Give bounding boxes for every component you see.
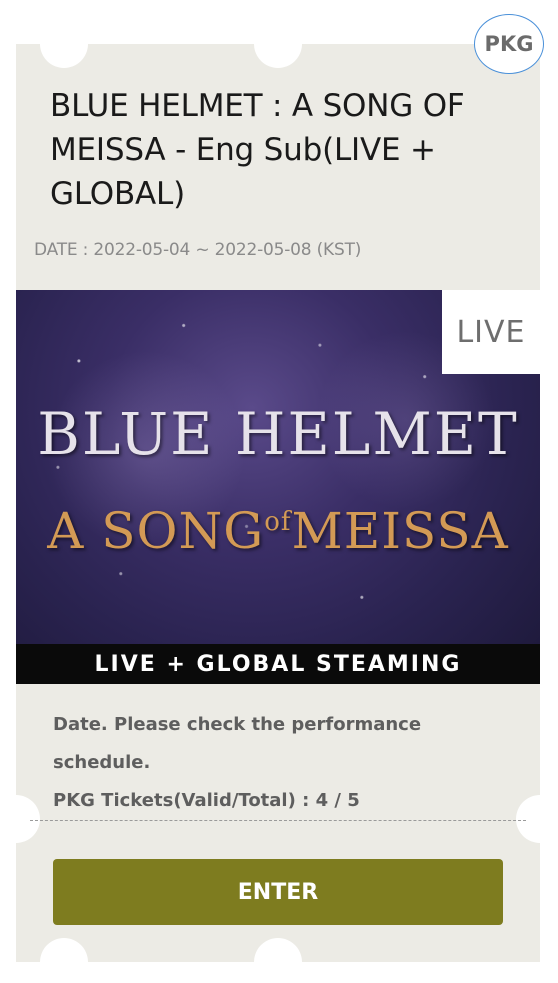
date-note: Date. Please check the performance sched… bbox=[53, 714, 422, 773]
live-tag: LIVE bbox=[442, 290, 540, 374]
ticket-notch bbox=[254, 44, 302, 68]
poster-banner: LIVE + GLOBAL STEAMING bbox=[16, 644, 540, 684]
enter-button[interactable]: ENTER bbox=[53, 859, 503, 925]
poster-title-line1: BLUE HELMET bbox=[37, 400, 519, 468]
event-title: BLUE HELMET : A SONG OF MEISSA - Eng Sub… bbox=[50, 88, 465, 212]
pkg-ticket-count: PKG Tickets(Valid/Total) : 4 / 5 bbox=[53, 790, 360, 811]
poster-title-a-song: A SONG bbox=[47, 502, 265, 560]
event-poster[interactable]: LIVE BLUE HELMET A SONGofMEISSA LIVE + G… bbox=[16, 290, 540, 684]
ticket-notch bbox=[40, 938, 88, 962]
poster-title-of: of bbox=[264, 507, 292, 537]
pkg-badge: PKG bbox=[474, 14, 544, 74]
event-date-range: DATE : 2022-05-04 ~ 2022-05-08 (KST) bbox=[34, 240, 362, 260]
ticket-notch bbox=[16, 795, 40, 843]
ticket-notch bbox=[516, 795, 540, 843]
ticket-notch bbox=[40, 44, 88, 68]
dashed-divider bbox=[30, 820, 526, 821]
poster-title-line2: A SONGofMEISSA bbox=[16, 502, 540, 560]
poster-title-meissa: MEISSA bbox=[291, 502, 509, 560]
ticket-info: Date. Please check the performance sched… bbox=[53, 706, 513, 820]
ticket-card: BLUE HELMET : A SONG OF MEISSA - Eng Sub… bbox=[16, 44, 540, 962]
ticket-notch bbox=[254, 938, 302, 962]
